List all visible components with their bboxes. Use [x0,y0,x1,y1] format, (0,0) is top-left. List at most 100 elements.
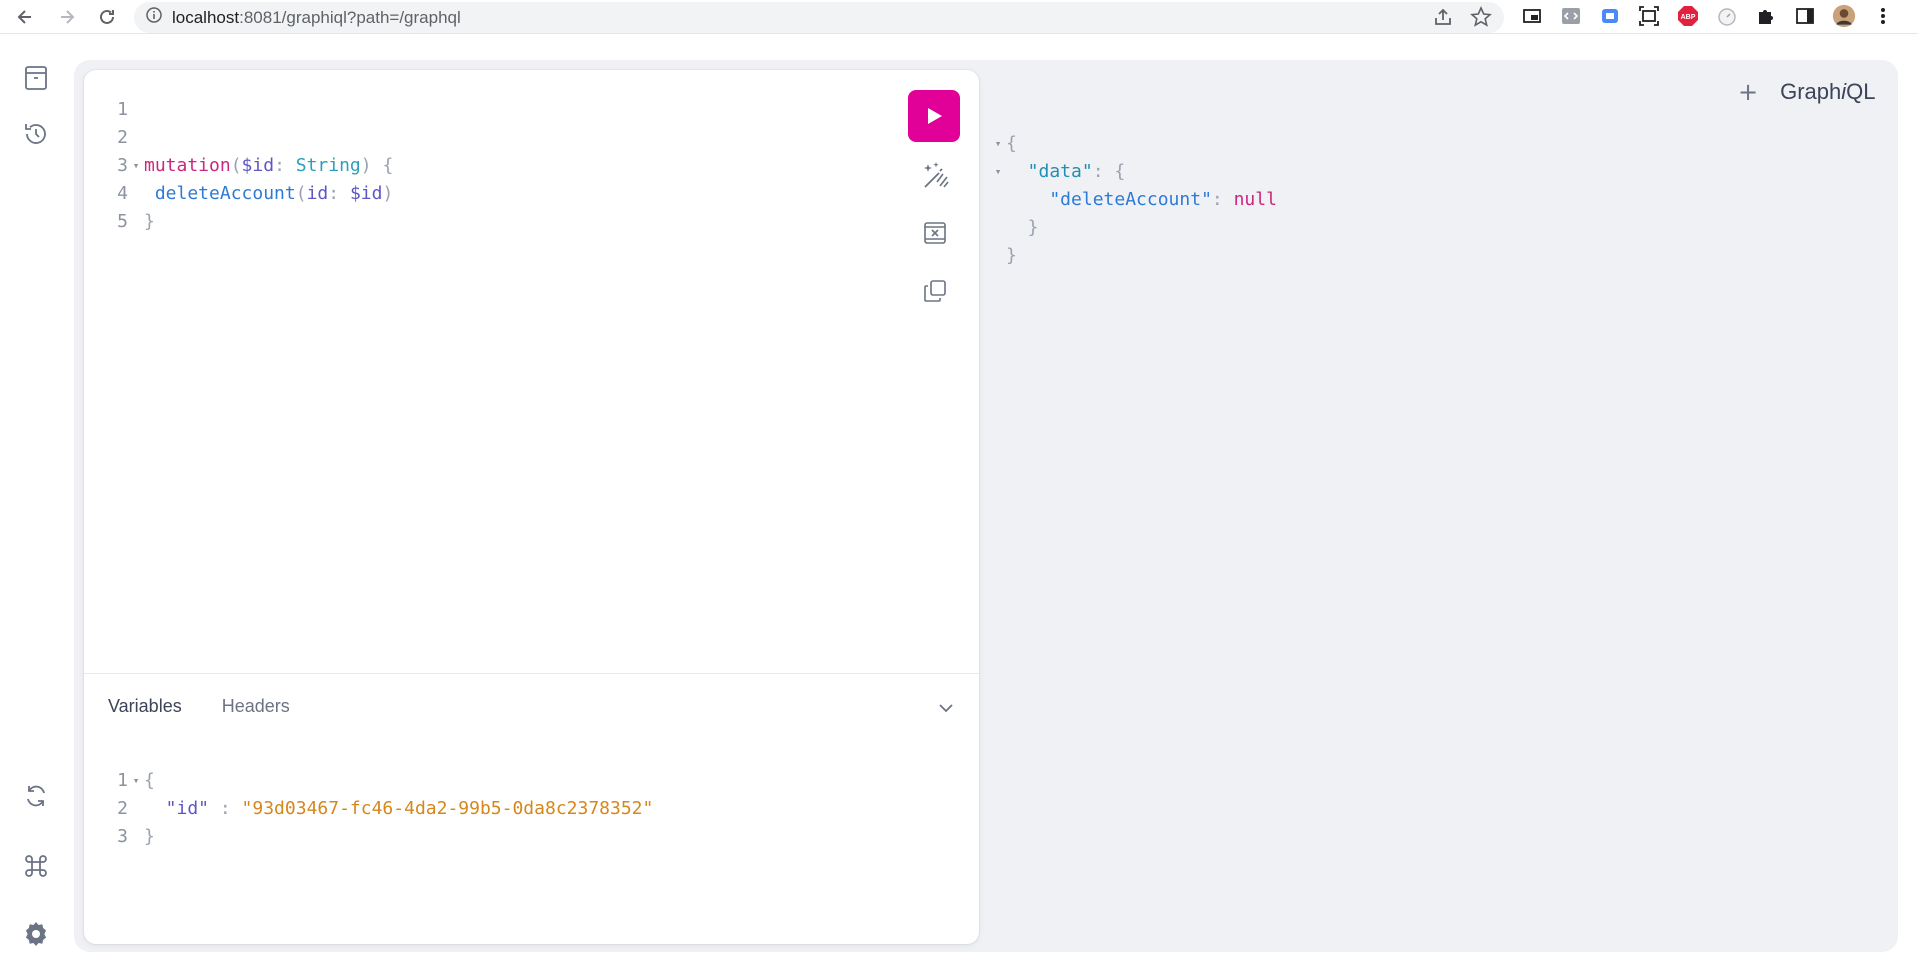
reload-icon[interactable] [94,4,120,30]
adblock-label: ABP [1681,14,1696,21]
fold-toggle-icon[interactable]: ▾ [128,152,144,180]
code-token: "data" [1006,161,1093,182]
code-token: } [144,826,155,847]
fold-toggle-icon [990,186,1006,214]
picture-in-picture-icon[interactable] [1520,4,1544,28]
code-token: ) { [360,155,394,176]
tab-headers[interactable]: Headers [222,696,290,717]
side-panel-icon[interactable] [1793,4,1817,28]
execute-query-button[interactable] [908,90,960,142]
share-icon[interactable] [1432,6,1454,33]
line-number: 2 [117,127,128,148]
code-token: : { [1092,161,1126,182]
code-token: "deleteAccount" [1006,189,1212,210]
code-token: } [144,211,155,232]
fold-toggle-icon [128,124,144,152]
bookmark-star-icon[interactable] [1470,6,1492,33]
fold-toggle-icon [990,214,1006,242]
variables-editor[interactable]: 1 ▾{2 "id" : "93d03467-fc46-4da2-99b5-0da… [100,767,880,851]
line-number: 2 [117,798,128,819]
fold-toggle-icon [128,795,144,823]
line-number: 3 [117,155,128,176]
code-token: $id [349,183,383,204]
merge-fragments-icon[interactable] [920,218,950,248]
refetch-schema-icon[interactable] [22,782,50,810]
query-editor[interactable]: 1 2 3 ▾ mutation($id: String) {4 deleteAccou… [100,96,880,236]
code-token: } [1006,217,1039,238]
code-token: "93d03467-fc46-4da2-99b5-0da8c2378352" [241,798,654,819]
code-token: $id [241,155,275,176]
code-token: ) [382,183,394,204]
code-line: 4 deleteAccount(id: $id) [100,180,880,208]
fold-toggle-icon [128,96,144,124]
graphiql-logo: GraphiQL [1780,79,1876,104]
code-token: null [1233,189,1277,210]
code-line: "deleteAccount": null [990,186,1870,214]
address-bar[interactable]: localhost:8081/graphiql?path=/graphql [134,2,1504,33]
code-line: 2 "id" : "93d03467-fc46-4da2-99b5-0da8c2… [100,795,880,823]
line-number: 1 [117,770,128,791]
code-line: 1 ▾{ [100,767,880,795]
result-viewer: ▾{▾ "data": { "deleteAccount": null }} [990,130,1870,270]
tab-variables[interactable]: Variables [108,696,182,717]
code-line: 3 ▾ mutation($id: String) { [100,152,880,180]
line-number: 1 [117,99,128,120]
chrome-menu-icon[interactable] [1871,4,1895,28]
settings-gear-icon[interactable] [22,920,50,948]
line-number: 3 [117,826,128,847]
code-line: ▾{ [990,130,1870,158]
forward-icon[interactable] [54,4,80,30]
fold-toggle-icon [128,180,144,208]
add-tab-button[interactable]: + [1738,78,1758,106]
screenshot-icon[interactable] [1637,4,1661,28]
extensions-puzzle-icon[interactable] [1754,4,1778,28]
code-token: "id" [144,798,210,819]
line-number: 4 [117,183,128,204]
docs-explorer-icon[interactable] [22,64,50,92]
fold-toggle-icon[interactable]: ▾ [990,130,1006,158]
code-line: } [990,214,1870,242]
browser-toolbar: localhost:8081/graphiql?path=/graphql AB… [0,0,1918,34]
code-token: { [144,770,155,791]
code-token: : [328,183,350,204]
code-line: 1 [100,96,880,124]
code-line: 3} [100,823,880,851]
timer-extension-icon[interactable] [1715,4,1739,28]
devtools-extension-icon[interactable] [1598,4,1622,28]
site-info-icon[interactable] [146,7,162,28]
editor-tools-divider [84,673,979,674]
code-extension-icon[interactable] [1559,4,1583,28]
history-icon[interactable] [22,120,50,148]
code-token: : [1211,189,1234,210]
editor-tools-tabs: Variables Headers [108,696,290,717]
header-right: + GraphiQL [1738,78,1876,106]
url-path: :8081/graphiql?path=/graphql [239,7,461,27]
code-line: } [990,242,1870,270]
profile-avatar[interactable] [1832,4,1856,28]
code-line: ▾ "data": { [990,158,1870,186]
back-icon[interactable] [12,4,38,30]
adblock-icon[interactable]: ABP [1676,4,1700,28]
chevron-down-icon[interactable] [936,698,956,718]
code-token: ( [230,155,242,176]
play-icon [928,108,942,124]
code-line: 5} [100,208,880,236]
fold-toggle-icon [128,208,144,236]
code-token: : [209,798,242,819]
copy-query-icon[interactable] [920,276,950,306]
code-line: 2 [100,124,880,152]
fold-toggle-icon[interactable]: ▾ [990,158,1006,186]
url-host: localhost [172,7,240,27]
code-token: ( [295,183,307,204]
keyboard-shortcuts-icon[interactable] [22,852,50,880]
code-token: deleteAccount [144,183,296,204]
code-token: } [1006,245,1017,266]
code-token: id [306,183,329,204]
url-text: localhost:8081/graphiql?path=/graphql [172,8,461,28]
fold-toggle-icon[interactable]: ▾ [128,767,144,795]
prettify-icon[interactable] [920,160,950,190]
fold-toggle-icon [128,823,144,851]
code-token: mutation [144,155,231,176]
code-token: String [295,155,361,176]
fold-toggle-icon [990,242,1006,270]
